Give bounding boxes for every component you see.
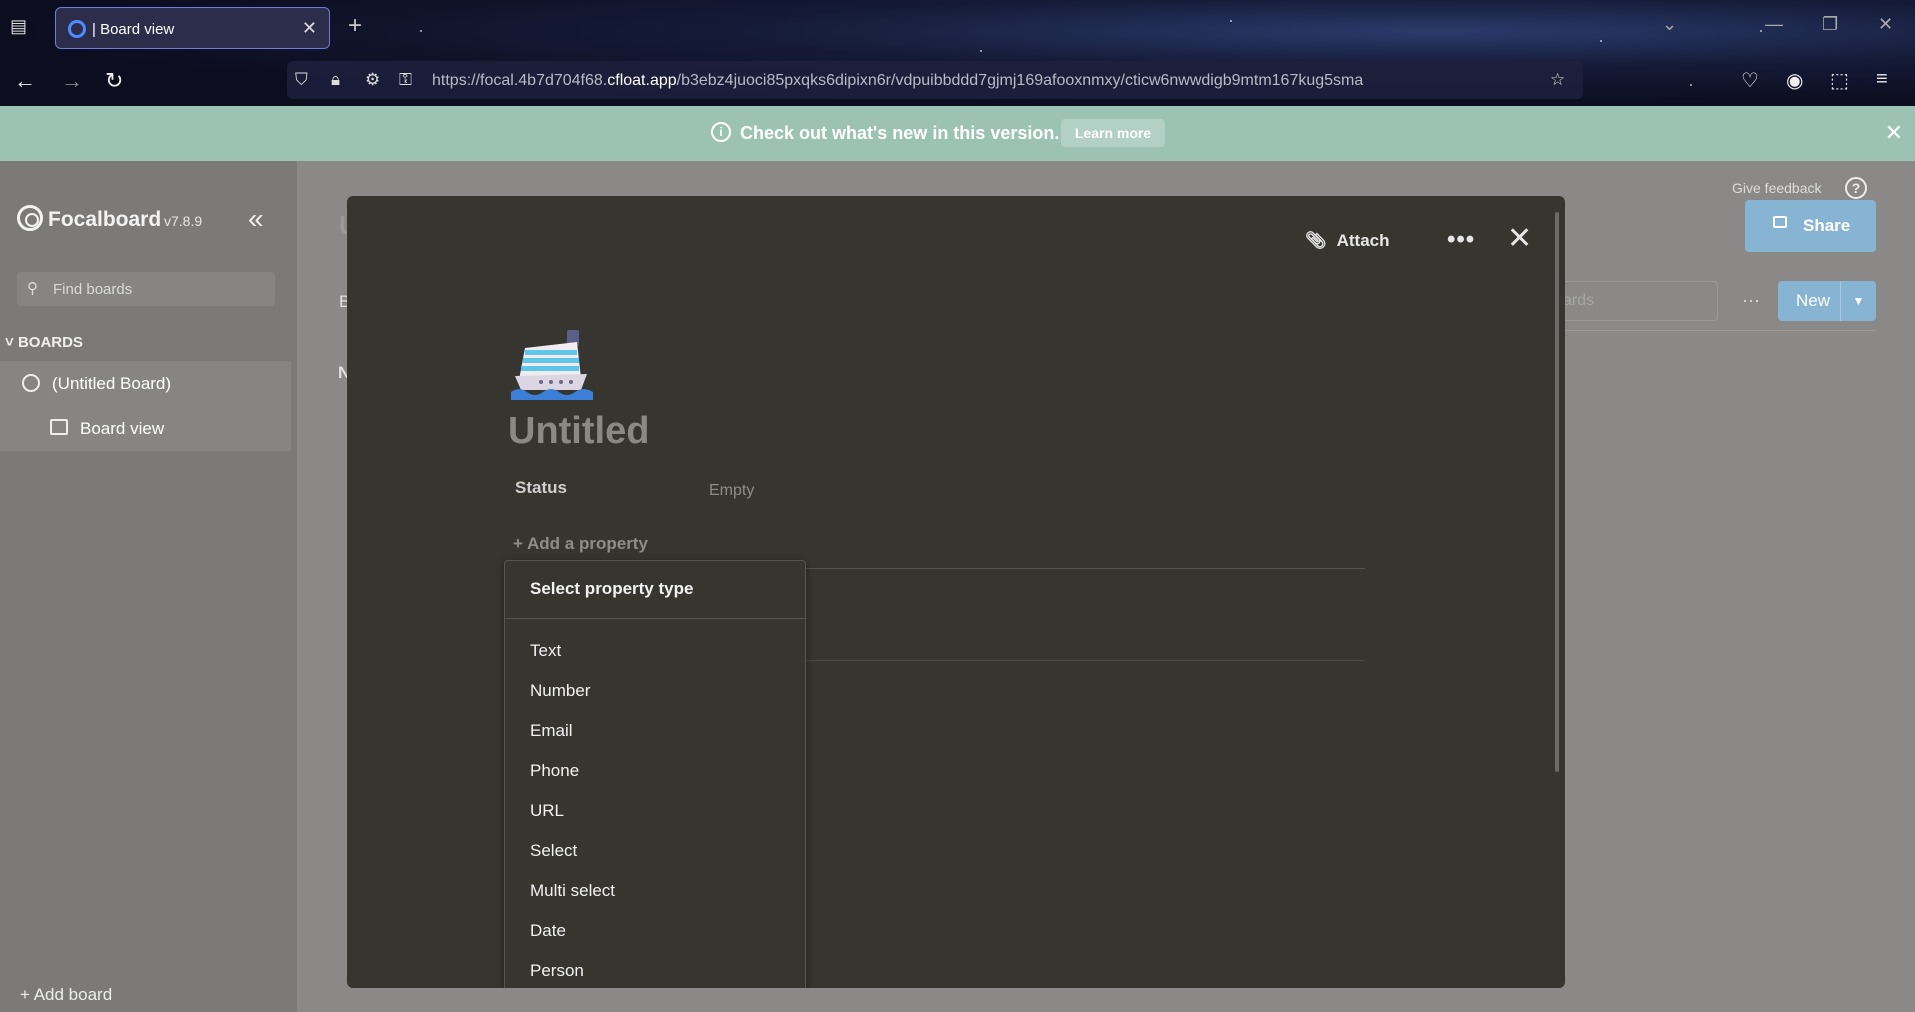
lock-icon [1773, 216, 1787, 228]
scrollbar[interactable] [1555, 212, 1559, 772]
header-divider [1558, 330, 1876, 331]
property-type-menu: Select property type Text Number Email P… [504, 560, 807, 988]
card-title[interactable]: Untitled [508, 410, 649, 453]
sidebar-board-group: (Untitled Board) Board view [0, 361, 291, 451]
tab-title: | Board view [92, 21, 175, 38]
help-icon[interactable]: ? [1845, 177, 1867, 199]
menu-item-url[interactable]: URL [530, 801, 564, 821]
tab-list-icon[interactable]: ▤ [10, 16, 32, 38]
url-text[interactable]: https://focal.4b7d704f68.cfloat.app/b3eb… [432, 72, 1363, 90]
board-view-icon [50, 419, 68, 435]
announcement-banner: i Check out what's new in this version. … [0, 106, 1915, 161]
menu-item-multi-select[interactable]: Multi select [530, 881, 615, 901]
tab-overflow-icon[interactable]: ⌄ [1662, 14, 1677, 35]
browser-tab[interactable]: | Board view ✕ [55, 7, 330, 49]
minimize-icon[interactable]: — [1765, 14, 1783, 35]
close-banner-icon[interactable]: ✕ [1885, 120, 1903, 146]
new-tab-icon[interactable]: + [348, 12, 362, 40]
banner-message: Check out what's new in this version. [740, 123, 1060, 143]
find-boards-placeholder: Find boards [53, 281, 133, 298]
close-tab-icon[interactable]: ✕ [302, 18, 317, 39]
sidebar: Focalboard v7.8.9 « ⚲ Find boards ˅ BOAR… [0, 161, 297, 1012]
view-more-options-icon[interactable]: ··· [1742, 290, 1760, 311]
sidebar-item-untitled-board[interactable]: (Untitled Board) [52, 374, 171, 394]
property-name-status[interactable]: Status [515, 478, 567, 498]
give-feedback-link[interactable]: Give feedback [1732, 180, 1822, 196]
search-cards-input[interactable]: ards [1560, 281, 1718, 321]
more-options-icon[interactable]: ••• [1447, 226, 1475, 254]
add-property-button[interactable]: + Add a property [513, 534, 648, 554]
card-detail-dialog: 📎︎ Attach ••• ✕ Untitled Status Empty + A… [347, 196, 1565, 988]
menu-item-email[interactable]: Email [530, 721, 573, 741]
menu-item-text[interactable]: Text [530, 641, 561, 661]
menu-divider [505, 618, 807, 619]
sidebar-item-board-view[interactable]: Board view [80, 419, 164, 439]
extensions-icon[interactable]: ⬚ [1830, 68, 1849, 93]
browser-chrome: ▤ | Board view ✕ + ⌄ — ❐ ✕ ← → ↻ ⛉ 🔒︎ ⚙ … [0, 0, 1915, 106]
add-board-button[interactable]: + Add board [20, 985, 112, 1005]
chevron-down-icon[interactable]: ▼ [1840, 281, 1876, 321]
section-divider [805, 568, 1365, 569]
reload-icon[interactable]: ↻ [105, 68, 123, 94]
info-icon: i [711, 122, 731, 142]
find-boards-input[interactable]: ⚲ Find boards [17, 272, 275, 306]
back-icon[interactable]: ← [14, 68, 36, 94]
property-value-status[interactable]: Empty [709, 482, 754, 500]
menu-header: Select property type [530, 579, 694, 598]
paperclip-icon: 📎︎ [1305, 231, 1327, 250]
attach-button[interactable]: 📎︎ Attach [1305, 231, 1390, 251]
focalboard-logo-icon [17, 205, 43, 231]
boards-section-header[interactable]: ˅ BOARDS [5, 334, 83, 351]
permissions-icon[interactable]: ⚙ [365, 70, 380, 90]
board-icon [22, 374, 40, 392]
collapse-sidebar-icon[interactable]: « [248, 203, 264, 235]
new-card-button[interactable]: New ▼ [1778, 281, 1876, 321]
bookmark-star-icon[interactable]: ☆ [1550, 70, 1565, 90]
close-dialog-icon[interactable]: ✕ [1507, 221, 1532, 256]
menu-item-date[interactable]: Date [530, 921, 566, 941]
close-window-icon[interactable]: ✕ [1878, 14, 1893, 35]
ship-icon[interactable] [511, 328, 593, 400]
key-icon[interactable]: ⚿ [399, 70, 412, 90]
menu-item-person[interactable]: Person [530, 961, 584, 981]
shield-icon[interactable]: ⛉ [295, 70, 308, 90]
forward-icon[interactable]: → [61, 68, 83, 94]
menu-item-phone[interactable]: Phone [530, 761, 579, 781]
section-divider [805, 660, 1365, 661]
search-icon: ⚲ [27, 280, 38, 297]
lock-icon[interactable]: 🔒︎ [331, 70, 340, 90]
version-label: v7.8.9 [164, 213, 203, 229]
menu-item-number[interactable]: Number [530, 681, 590, 701]
share-label: Share [1803, 216, 1851, 235]
share-button[interactable]: Share [1745, 200, 1876, 252]
menu-icon[interactable]: ≡ [1876, 68, 1888, 91]
restore-icon[interactable]: ❐ [1822, 14, 1838, 35]
pocket-icon[interactable]: ♡ [1741, 68, 1759, 93]
address-bar[interactable]: ⛉ 🔒︎ ⚙ ⚿ https://focal.4b7d704f68.cfloat… [287, 61, 1583, 99]
brand-name: Focalboard [48, 208, 162, 231]
focalboard-favicon-icon [68, 20, 86, 38]
new-label: New [1796, 291, 1831, 310]
learn-more-button[interactable]: Learn more [1061, 119, 1165, 147]
account-icon[interactable]: ◉ [1786, 68, 1803, 93]
menu-item-select[interactable]: Select [530, 841, 577, 861]
